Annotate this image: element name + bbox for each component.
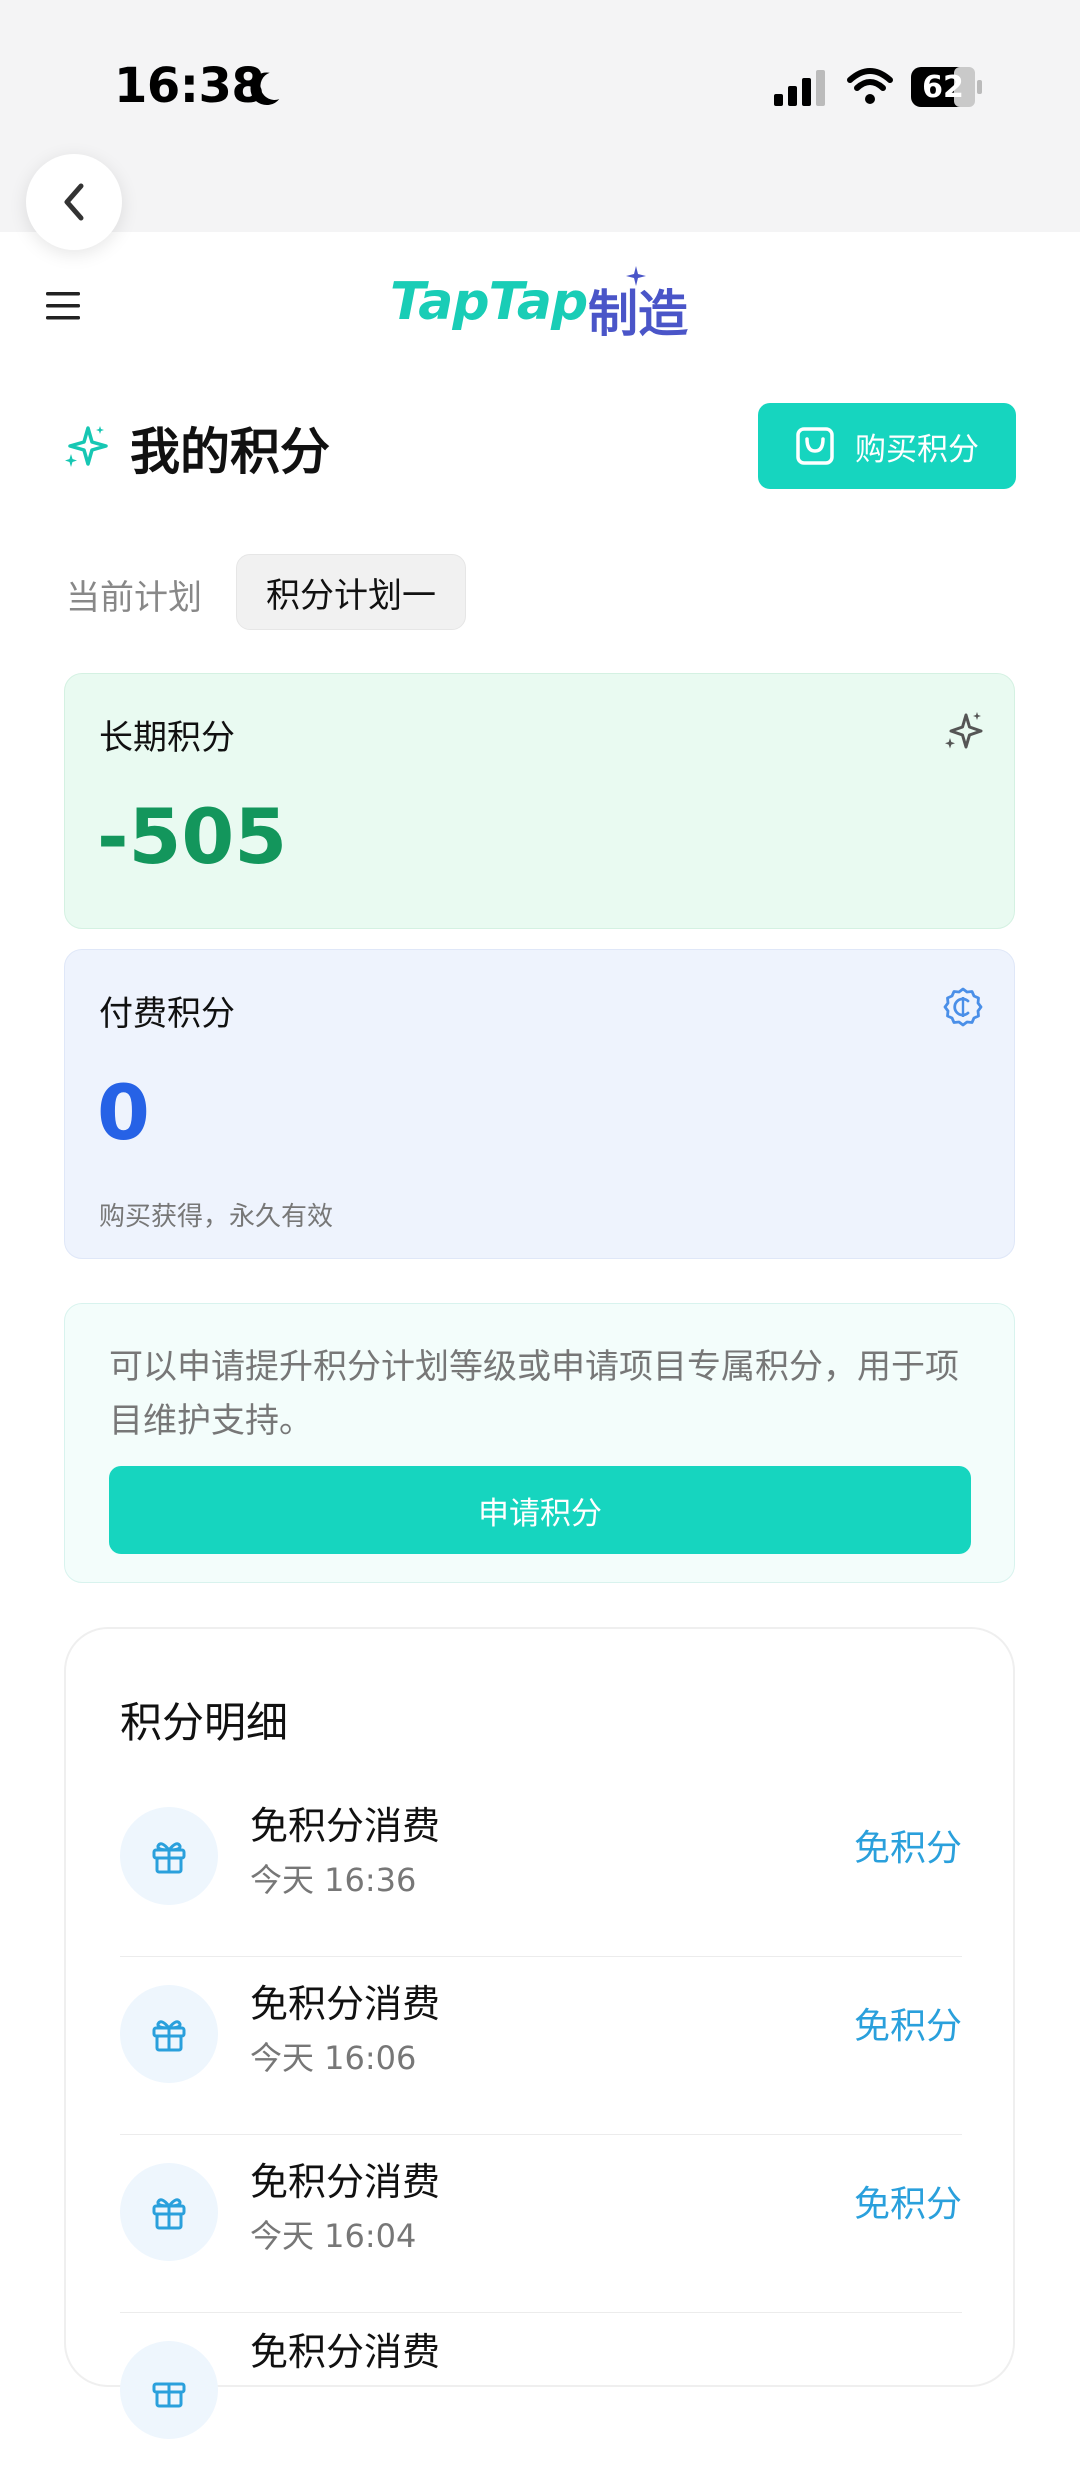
list-item[interactable]: 免积分消费 今天 16:06 免积分: [120, 1957, 962, 2135]
back-button[interactable]: [26, 154, 122, 250]
row-title: 免积分消费: [250, 1982, 441, 2026]
battery-level: 62: [922, 70, 964, 105]
list-item[interactable]: 免积分消费 今天 16:04 免积分: [120, 2135, 962, 2313]
gift-icon: [152, 1842, 186, 1874]
menu-icon[interactable]: [44, 288, 84, 324]
points-details-panel: 积分明细 免积分消费 今天 16:36 免积分 免积分消费 今天 16:06 免: [64, 1627, 1015, 2439]
signal-icon: [774, 70, 825, 106]
long-term-points-label: 长期积分: [99, 718, 235, 758]
status-bar-background: [0, 0, 1080, 232]
row-amount: 免积分: [853, 2006, 962, 2047]
row-title: 免积分消费: [250, 2160, 441, 2204]
gift-icon-container: [120, 2163, 218, 2261]
paid-points-card: 付费积分 0 购买获得，永久有效: [64, 949, 1015, 1259]
sparkle-icon: [626, 266, 646, 286]
row-time: 今天 16:36: [250, 1861, 417, 1899]
row-title: 免积分消费: [250, 1804, 441, 1848]
list-item[interactable]: 免积分消费: [120, 2313, 962, 2491]
coin-icon: [943, 987, 983, 1027]
gift-icon-container: [120, 1807, 218, 1905]
logo-text-en: TapTap: [390, 272, 588, 332]
sparkles-icon: [65, 426, 108, 467]
paid-points-note: 购买获得，永久有效: [99, 1202, 334, 1232]
moon-icon: [250, 72, 280, 106]
list-item[interactable]: 免积分消费 今天 16:36 免积分: [120, 1779, 962, 1957]
row-amount: 免积分: [853, 1828, 962, 1869]
gift-icon-container: [120, 1985, 218, 2083]
current-plan-label: 当前计划: [66, 578, 202, 618]
row-time: 今天 16:06: [250, 2039, 417, 2077]
sparkles-icon: [945, 712, 983, 749]
gift-icon: [152, 2198, 186, 2230]
paid-points-label: 付费积分: [99, 994, 235, 1034]
paid-points-value: 0: [97, 1068, 150, 1157]
taptap-logo[interactable]: TapTap 制造: [390, 266, 690, 346]
wifi-icon: [847, 68, 893, 104]
buy-points-button[interactable]: 购买积分: [758, 403, 1016, 489]
current-plan-chip[interactable]: 积分计划一: [236, 554, 466, 630]
row-title: 免积分消费: [250, 2330, 441, 2374]
apply-points-panel: 可以申请提升积分计划等级或申请项目专属积分，用于项目维护支持。 申请积分: [64, 1303, 1015, 1583]
chevron-left-icon: [64, 183, 84, 221]
shopping-bag-icon: [796, 427, 834, 465]
apply-points-button[interactable]: 申请积分: [109, 1466, 971, 1554]
gift-icon-container: [120, 2341, 218, 2439]
apply-points-description: 可以申请提升积分计划等级或申请项目专属积分，用于项目维护支持。: [109, 1347, 959, 1441]
row-amount: 免积分: [853, 2184, 962, 2225]
points-details-title: 积分明细: [120, 1698, 289, 1747]
row-time: 今天 16:04: [250, 2217, 417, 2255]
buy-points-label: 购买积分: [855, 431, 979, 468]
long-term-points-value: -505: [97, 792, 288, 881]
long-term-points-card: 长期积分 -505: [64, 673, 1015, 929]
gift-icon: [152, 2020, 186, 2052]
gift-icon: [152, 2382, 186, 2408]
page-title: 我的积分: [130, 423, 330, 481]
